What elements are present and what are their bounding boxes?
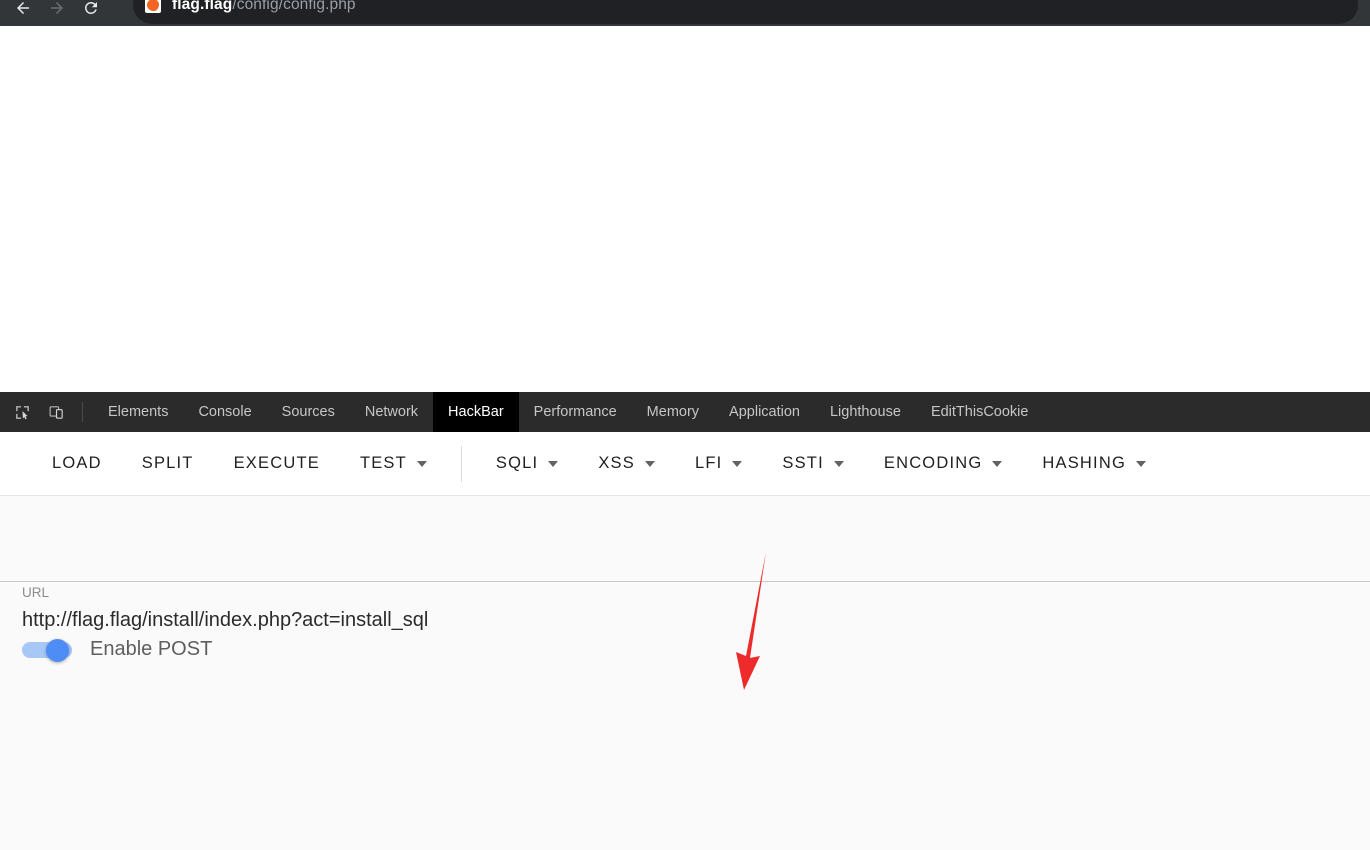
tab-sources[interactable]: Sources [267, 392, 350, 432]
tab-network[interactable]: Network [350, 392, 433, 432]
toolbar-divider [82, 402, 83, 422]
test-menu-label: TEST [360, 454, 407, 473]
address-bar-text: flag.flag/config/config.php [172, 0, 356, 14]
encoding-menu-label: ENCODING [884, 454, 983, 473]
toolbar-group-divider [461, 446, 462, 482]
devtools-tab-bar: Elements Console Sources Network HackBar… [0, 392, 1370, 432]
devtools-tool-icons [0, 392, 93, 432]
inspect-element-button[interactable] [8, 398, 36, 426]
chevron-down-icon [417, 461, 427, 467]
load-button[interactable]: LOAD [32, 444, 122, 484]
back-button[interactable] [6, 0, 40, 25]
site-favicon [145, 0, 161, 13]
xss-menu-button[interactable]: XSS [578, 444, 675, 484]
arrow-right-icon [48, 0, 66, 17]
url-path: /config/config.php [232, 0, 355, 13]
tab-lighthouse[interactable]: Lighthouse [815, 392, 916, 432]
enable-post-toggle-group[interactable]: Enable POST [22, 638, 212, 661]
lfi-menu-button[interactable]: LFI [675, 444, 762, 484]
split-button[interactable]: SPLIT [122, 444, 214, 484]
reload-button[interactable] [74, 0, 108, 25]
hashing-menu-label: HASHING [1042, 454, 1126, 473]
arrow-left-icon [14, 0, 32, 17]
tab-console[interactable]: Console [183, 392, 266, 432]
browser-toolbar: flag.flag/config/config.php [0, 0, 1370, 26]
url-host: flag.flag [172, 0, 232, 13]
tab-elements[interactable]: Elements [93, 392, 183, 432]
screenshot-root: flag.flag/config/config.php Elements Con… [0, 0, 1370, 850]
toggle-knob [46, 639, 69, 662]
chevron-down-icon [834, 461, 844, 467]
sqli-menu-label: SQLI [496, 454, 538, 473]
hackbar-panel: LOAD SPLIT EXECUTE TEST SQLI XSS LFI SST… [0, 432, 1370, 850]
address-bar[interactable]: flag.flag/config/config.php [133, 0, 1358, 24]
tab-hackbar[interactable]: HackBar [433, 392, 519, 432]
hashing-menu-button[interactable]: HASHING [1022, 444, 1166, 484]
tab-performance[interactable]: Performance [519, 392, 632, 432]
chevron-down-icon [732, 461, 742, 467]
tab-editthiscookie[interactable]: EditThisCookie [916, 392, 1044, 432]
sqli-menu-button[interactable]: SQLI [476, 444, 578, 484]
inspect-element-icon [14, 404, 31, 421]
chevron-down-icon [548, 461, 558, 467]
hackbar-toolbar: LOAD SPLIT EXECUTE TEST SQLI XSS LFI SST… [0, 432, 1370, 496]
post-row: Enable POST [0, 582, 1370, 704]
enable-post-label: Enable POST [90, 638, 212, 661]
tab-application[interactable]: Application [714, 392, 815, 432]
xss-menu-label: XSS [598, 454, 635, 473]
test-menu-button[interactable]: TEST [340, 444, 447, 484]
chevron-down-icon [1136, 461, 1146, 467]
enable-post-toggle[interactable] [22, 639, 76, 661]
navigation-buttons [6, 0, 108, 26]
forward-button[interactable] [40, 0, 74, 25]
execute-button[interactable]: EXECUTE [214, 444, 340, 484]
tab-memory[interactable]: Memory [632, 392, 714, 432]
url-row: URL http://flag.flag/install/index.php?a… [0, 496, 1370, 582]
reload-icon [82, 0, 100, 17]
lfi-menu-label: LFI [695, 454, 722, 473]
chevron-down-icon [992, 461, 1002, 467]
hackbar-form: URL http://flag.flag/install/index.php?a… [0, 496, 1370, 850]
device-toolbar-button[interactable] [42, 398, 70, 426]
chevron-down-icon [645, 461, 655, 467]
ssti-menu-button[interactable]: SSTI [762, 444, 863, 484]
ssti-menu-label: SSTI [782, 454, 823, 473]
device-toolbar-icon [48, 404, 65, 421]
encoding-menu-button[interactable]: ENCODING [864, 444, 1023, 484]
page-content-area [0, 26, 1370, 392]
